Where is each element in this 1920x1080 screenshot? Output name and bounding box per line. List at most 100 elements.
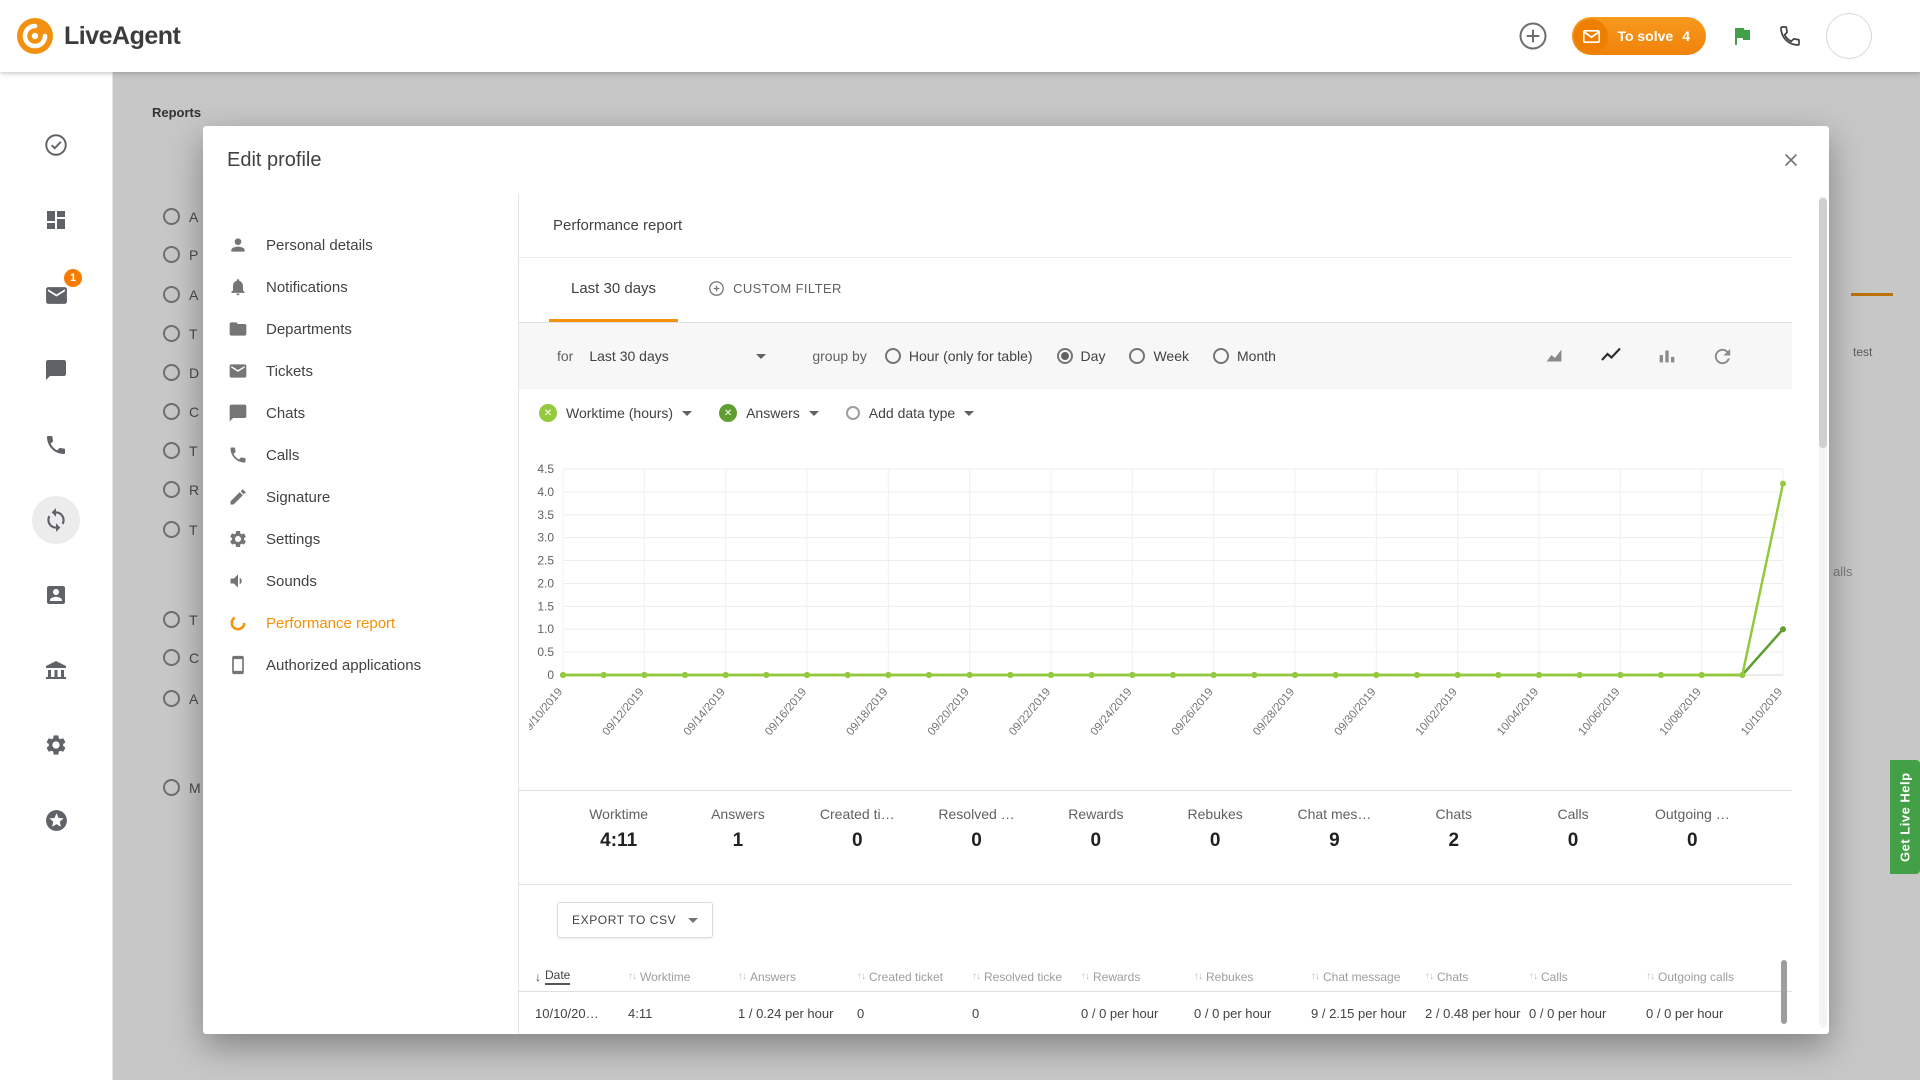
svg-text:10/10/2019: 10/10/2019 [1739, 686, 1785, 738]
legend-remove-answers[interactable]: ✕ [719, 404, 737, 422]
refresh-button[interactable] [1711, 345, 1734, 368]
tab-custom-filter[interactable]: CUSTOM FILTER [686, 258, 864, 322]
sort-icon: ↑↓ [1081, 971, 1089, 982]
get-live-help-tab[interactable]: Get Live Help [1890, 760, 1920, 874]
svg-text:4.5: 4.5 [537, 462, 554, 476]
range-select[interactable]: Last 30 days [585, 342, 770, 370]
column-header-resolved-tickets[interactable]: ↑↓Resolved ticke [972, 970, 1081, 984]
stat-outgoing-calls: Outgoing …0 [1633, 806, 1752, 884]
column-header-outgoing-calls[interactable]: ↑↓Outgoing calls [1646, 970, 1781, 984]
legend-chip-answers[interactable]: ✕ Answers [719, 404, 819, 422]
legend-remove-worktime[interactable]: ✕ [539, 404, 557, 422]
nav-item-departments[interactable]: Departments [203, 308, 518, 350]
radio-icon [846, 406, 860, 420]
modal-title: Edit profile [227, 149, 322, 172]
to-solve-button[interactable]: To solve 4 [1572, 17, 1706, 55]
sidebar-item-gamification[interactable] [32, 796, 80, 844]
column-header-answers[interactable]: ↑↓Answers [738, 970, 857, 984]
bar-chart-button[interactable] [1656, 345, 1678, 367]
sidebar-item-company[interactable] [32, 646, 80, 694]
sidebar-item-resolve[interactable] [32, 121, 80, 169]
column-header-rewards[interactable]: ↑↓Rewards [1081, 970, 1194, 984]
svg-text:3.5: 3.5 [537, 508, 554, 522]
groupby-option-month[interactable]: Month [1213, 348, 1276, 364]
phone-button[interactable] [1778, 24, 1802, 48]
svg-text:4.0: 4.0 [537, 485, 554, 499]
svg-text:09/10/2019: 09/10/2019 [529, 686, 565, 738]
column-header-chats[interactable]: ↑↓Chats [1425, 970, 1529, 984]
export-row: EXPORT TO CSV [519, 885, 1792, 962]
nav-item-performance-report[interactable]: Performance report [203, 602, 518, 644]
nav-item-chats[interactable]: Chats [203, 392, 518, 434]
bell-icon [227, 277, 249, 297]
nav-item-calls[interactable]: Calls [203, 434, 518, 476]
brand[interactable]: LiveAgent [0, 17, 180, 55]
export-button-label: EXPORT TO CSV [572, 913, 676, 927]
svg-text:10/04/2019: 10/04/2019 [1495, 686, 1541, 738]
sidebar-item-chats[interactable] [32, 346, 80, 394]
area-chart-button[interactable] [1544, 345, 1566, 367]
nav-item-authorized-applications[interactable]: Authorized applications [203, 644, 518, 686]
groupby-option-hour[interactable]: Hour (only for table) [885, 348, 1033, 364]
table-cell: 0 [972, 1006, 1081, 1021]
nav-item-signature[interactable]: Signature [203, 476, 518, 518]
chat-icon [227, 403, 249, 423]
panel-heading: Performance report [519, 194, 1792, 258]
sidebar-item-calls[interactable] [32, 421, 80, 469]
contact-card-icon [44, 583, 68, 607]
line-chart-button[interactable] [1599, 344, 1623, 368]
column-header-chat-messages[interactable]: ↑↓Chat message [1311, 970, 1425, 984]
pen-icon [227, 487, 249, 507]
svg-text:0: 0 [547, 668, 554, 682]
table-cell: 2 / 0.48 per hour [1425, 1006, 1529, 1021]
svg-text:09/30/2019: 09/30/2019 [1332, 686, 1378, 738]
nav-item-sounds[interactable]: Sounds [203, 560, 518, 602]
sidebar-item-tickets[interactable]: 1 [32, 271, 80, 319]
nav-item-label: Chats [266, 405, 305, 422]
panel-heading-label: Performance report [553, 217, 682, 234]
radio-icon [1129, 348, 1145, 364]
report-table-header: ↓Date ↑↓Worktime ↑↓Answers ↑↓Created tic… [519, 962, 1792, 992]
nav-item-label: Settings [266, 531, 320, 548]
nav-item-settings[interactable]: Settings [203, 518, 518, 560]
sidebar-item-contacts[interactable] [32, 571, 80, 619]
nav-item-label: Signature [266, 489, 330, 506]
sync-icon [43, 507, 69, 533]
export-to-csv-button[interactable]: EXPORT TO CSV [557, 902, 713, 938]
nav-item-tickets[interactable]: Tickets [203, 350, 518, 392]
flag-icon [1730, 24, 1754, 48]
svg-text:10/06/2019: 10/06/2019 [1576, 686, 1622, 738]
stat-worktime: Worktime4:11 [559, 806, 678, 884]
nav-item-personal-details[interactable]: Personal details [203, 224, 518, 266]
sidebar-item-reports[interactable] [32, 496, 80, 544]
groupby-option-day[interactable]: Day [1057, 348, 1106, 364]
nav-item-notifications[interactable]: Notifications [203, 266, 518, 308]
edit-profile-modal: Edit profile Personal details Notificati… [203, 126, 1829, 1034]
radio-label: Day [1081, 348, 1106, 364]
modal-scrollbar[interactable] [1819, 196, 1827, 1028]
legend-chip-worktime[interactable]: ✕ Worktime (hours) [539, 404, 692, 422]
sidebar-item-dashboard[interactable] [32, 196, 80, 244]
table-row[interactable]: 10/10/20… 4:11 1 / 0.24 per hour 0 0 0 /… [519, 992, 1792, 1034]
modal-scrollbar-thumb[interactable] [1819, 198, 1827, 448]
svg-text:09/22/2019: 09/22/2019 [1007, 686, 1053, 738]
sort-icon: ↑↓ [1425, 971, 1433, 982]
table-scrollbar-thumb[interactable] [1781, 960, 1787, 1024]
to-solve-label: To solve [1617, 28, 1673, 44]
sidebar-item-settings[interactable] [32, 721, 80, 769]
table-cell: 1 / 0.24 per hour [738, 1006, 857, 1021]
column-header-rebukes[interactable]: ↑↓Rebukes [1194, 970, 1311, 984]
column-header-created-tickets[interactable]: ↑↓Created ticket [857, 970, 972, 984]
close-button[interactable] [1777, 146, 1805, 174]
user-avatar[interactable] [1826, 13, 1872, 59]
svg-text:09/26/2019: 09/26/2019 [1170, 686, 1216, 738]
tab-label: Last 30 days [571, 280, 656, 297]
add-button[interactable] [1518, 21, 1548, 51]
tab-last-30-days[interactable]: Last 30 days [549, 258, 678, 322]
column-header-worktime[interactable]: ↑↓Worktime [628, 970, 738, 984]
add-data-type-chip[interactable]: Add data type [846, 405, 974, 421]
groupby-option-week[interactable]: Week [1129, 348, 1189, 364]
flag-button[interactable] [1730, 24, 1754, 48]
column-header-calls[interactable]: ↑↓Calls [1529, 970, 1646, 984]
column-header-date[interactable]: ↓Date [535, 968, 628, 985]
